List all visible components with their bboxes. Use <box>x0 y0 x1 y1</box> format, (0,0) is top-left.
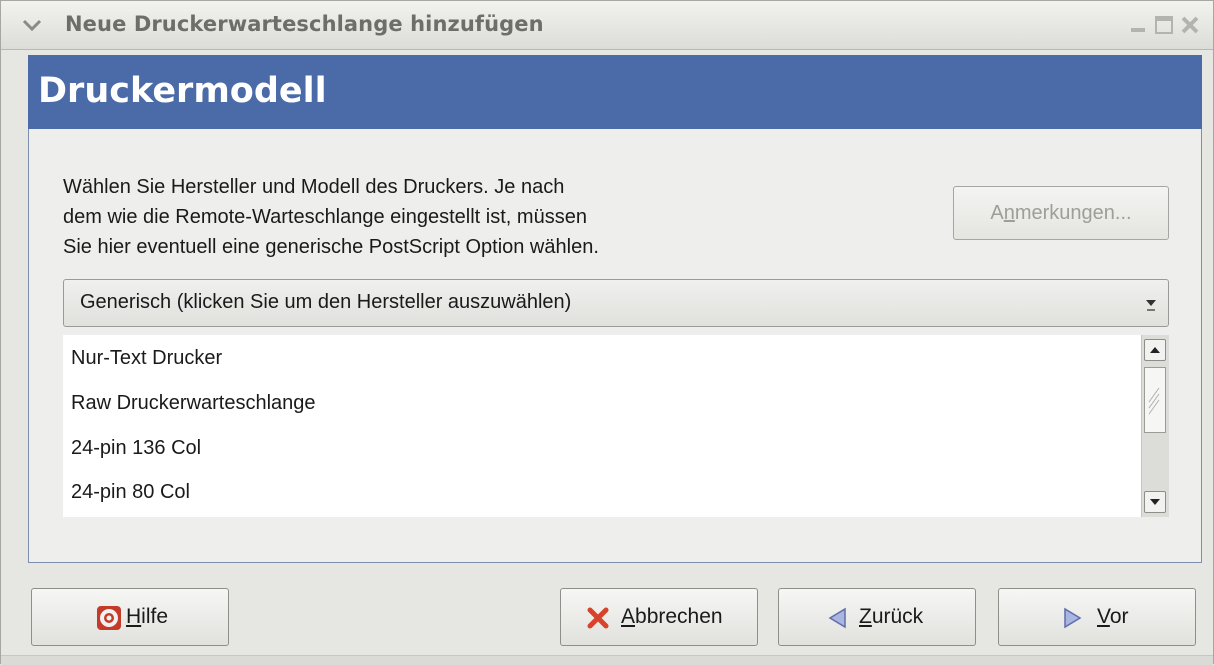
notes-button[interactable]: Anmerkungen... <box>953 186 1169 240</box>
description-text: Wählen Sie Hersteller und Modell des Dru… <box>63 172 783 262</box>
scroll-up-button[interactable] <box>1144 339 1166 361</box>
page-title: Druckermodell <box>38 71 327 111</box>
red-x-icon <box>587 607 609 629</box>
down-arrow-icon <box>1150 499 1160 505</box>
model-list[interactable]: Nur-Text Drucker Raw Druckerwarteschlang… <box>63 335 1169 517</box>
help-button[interactable]: Hilfe <box>31 588 229 646</box>
vertical-scrollbar[interactable] <box>1141 335 1169 517</box>
content-panel: Wählen Sie Hersteller und Modell des Dru… <box>28 129 1202 563</box>
list-item[interactable]: 24-pin 136 Col <box>71 437 201 460</box>
description-line: Wählen Sie Hersteller und Modell des Dru… <box>63 176 565 198</box>
help-button-label: Hilfe <box>126 605 169 628</box>
up-arrow-icon <box>1150 347 1160 353</box>
list-item[interactable]: 24-pin 80 Col <box>71 481 190 504</box>
page-banner: Druckermodell <box>28 55 1202 129</box>
left-arrow-icon <box>828 607 846 629</box>
window-menu-chevron-icon[interactable] <box>21 15 43 35</box>
lifebuoy-icon <box>97 606 121 630</box>
title-bar[interactable]: Neue Druckerwarteschlange hinzufügen <box>1 1 1213 50</box>
notes-button-label: Anmerkungen... <box>990 201 1132 224</box>
grip-icon <box>1148 387 1160 415</box>
list-item[interactable]: Raw Druckerwarteschlange <box>71 392 316 415</box>
description-line: dem wie die Remote-Warteschlange eingest… <box>63 206 587 228</box>
dialog-window: Neue Druckerwarteschlange hinzufügen Dru… <box>0 0 1214 665</box>
description-line: Sie hier eventuell eine generische PostS… <box>63 236 599 258</box>
back-button[interactable]: Zurück <box>778 588 976 646</box>
window-title: Neue Druckerwarteschlange hinzufügen <box>65 12 544 36</box>
manufacturer-select-value: Generisch (klicken Sie um den Hersteller… <box>80 291 572 313</box>
cancel-button-label: Abbrechen <box>621 605 723 628</box>
manufacturer-select[interactable]: Generisch (klicken Sie um den Hersteller… <box>63 279 1169 327</box>
close-icon[interactable] <box>1179 14 1201 36</box>
dropdown-arrow-icon <box>1146 300 1156 311</box>
cancel-button[interactable]: Abbrechen <box>560 588 758 646</box>
back-button-label: Zurück <box>859 605 924 628</box>
scrollbar-thumb[interactable] <box>1144 367 1166 433</box>
forward-button[interactable]: Vor <box>998 588 1196 646</box>
right-arrow-icon <box>1064 607 1082 629</box>
forward-button-label: Vor <box>1097 605 1129 628</box>
minimize-icon[interactable] <box>1127 14 1149 36</box>
scroll-down-button[interactable] <box>1144 491 1166 513</box>
maximize-icon[interactable] <box>1153 14 1175 36</box>
list-item[interactable]: Nur-Text Drucker <box>71 347 222 370</box>
